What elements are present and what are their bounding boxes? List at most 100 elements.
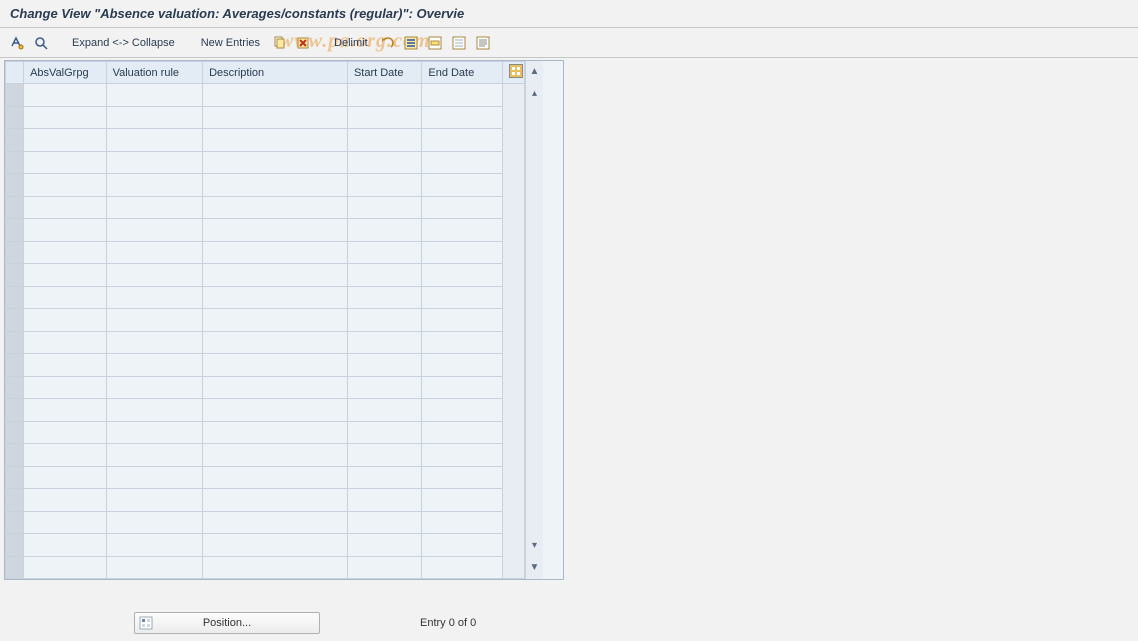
cell-description[interactable] [203, 174, 348, 197]
cell-description[interactable] [203, 444, 348, 467]
cell-start-date[interactable] [347, 129, 421, 152]
table-row[interactable] [6, 421, 525, 444]
delimit-button[interactable]: Delimit [330, 35, 372, 51]
cell-valuation-rule[interactable] [106, 444, 203, 467]
cell-end-date[interactable] [422, 376, 502, 399]
cell-end-date[interactable] [422, 466, 502, 489]
cell-start-date[interactable] [347, 399, 421, 422]
deselect-all-icon[interactable] [450, 34, 468, 52]
cell-valuation-rule[interactable] [106, 264, 203, 287]
cell-absvalgrpg[interactable] [24, 264, 106, 287]
table-row[interactable] [6, 151, 525, 174]
cell-valuation-rule[interactable] [106, 489, 203, 512]
row-selector[interactable] [6, 84, 24, 107]
copy-as-icon[interactable] [270, 34, 288, 52]
cell-end-date[interactable] [422, 286, 502, 309]
table-row[interactable] [6, 466, 525, 489]
cell-absvalgrpg[interactable] [24, 241, 106, 264]
table-row[interactable] [6, 556, 525, 579]
other-view-icon[interactable] [8, 34, 26, 52]
cell-end-date[interactable] [422, 331, 502, 354]
col-absvalgrpg[interactable]: AbsValGrpg [24, 62, 106, 84]
cell-absvalgrpg[interactable] [24, 106, 106, 129]
cell-description[interactable] [203, 421, 348, 444]
cell-valuation-rule[interactable] [106, 106, 203, 129]
cell-end-date[interactable] [422, 421, 502, 444]
cell-absvalgrpg[interactable] [24, 129, 106, 152]
cell-absvalgrpg[interactable] [24, 421, 106, 444]
row-selector[interactable] [6, 241, 24, 264]
cell-description[interactable] [203, 556, 348, 579]
col-end-date[interactable]: End Date [422, 62, 502, 84]
table-row[interactable] [6, 196, 525, 219]
cell-start-date[interactable] [347, 556, 421, 579]
scroll-down-step-button[interactable]: ▾ [528, 539, 542, 553]
cell-end-date[interactable] [422, 219, 502, 242]
cell-description[interactable] [203, 309, 348, 332]
print-icon[interactable] [474, 34, 492, 52]
cell-absvalgrpg[interactable] [24, 84, 106, 107]
cell-absvalgrpg[interactable] [24, 376, 106, 399]
row-selector[interactable] [6, 309, 24, 332]
cell-valuation-rule[interactable] [106, 399, 203, 422]
position-button[interactable]: Position... [134, 612, 320, 634]
cell-valuation-rule[interactable] [106, 534, 203, 557]
scroll-down-button[interactable]: ▼ [528, 561, 542, 575]
cell-valuation-rule[interactable] [106, 129, 203, 152]
cell-start-date[interactable] [347, 241, 421, 264]
cell-end-date[interactable] [422, 399, 502, 422]
cell-start-date[interactable] [347, 354, 421, 377]
cell-absvalgrpg[interactable] [24, 354, 106, 377]
cell-description[interactable] [203, 196, 348, 219]
cell-description[interactable] [203, 241, 348, 264]
cell-valuation-rule[interactable] [106, 174, 203, 197]
undo-change-icon[interactable] [378, 34, 396, 52]
table-row[interactable] [6, 376, 525, 399]
cell-description[interactable] [203, 286, 348, 309]
cell-start-date[interactable] [347, 264, 421, 287]
cell-absvalgrpg[interactable] [24, 331, 106, 354]
cell-description[interactable] [203, 376, 348, 399]
table-row[interactable] [6, 84, 525, 107]
cell-start-date[interactable] [347, 511, 421, 534]
cell-end-date[interactable] [422, 489, 502, 512]
row-selector[interactable] [6, 376, 24, 399]
cell-end-date[interactable] [422, 174, 502, 197]
row-selector[interactable] [6, 354, 24, 377]
col-valuation-rule[interactable]: Valuation rule [106, 62, 203, 84]
cell-end-date[interactable] [422, 511, 502, 534]
find-icon[interactable] [32, 34, 50, 52]
table-row[interactable] [6, 241, 525, 264]
table-row[interactable] [6, 399, 525, 422]
select-all-icon[interactable] [402, 34, 420, 52]
cell-description[interactable] [203, 534, 348, 557]
cell-end-date[interactable] [422, 151, 502, 174]
cell-absvalgrpg[interactable] [24, 309, 106, 332]
table-row[interactable] [6, 489, 525, 512]
cell-absvalgrpg[interactable] [24, 466, 106, 489]
cell-end-date[interactable] [422, 556, 502, 579]
cell-description[interactable] [203, 129, 348, 152]
cell-start-date[interactable] [347, 286, 421, 309]
cell-absvalgrpg[interactable] [24, 399, 106, 422]
cell-start-date[interactable] [347, 309, 421, 332]
table-row[interactable] [6, 444, 525, 467]
cell-start-date[interactable] [347, 106, 421, 129]
cell-start-date[interactable] [347, 534, 421, 557]
configure-columns-button[interactable] [502, 62, 524, 84]
delete-icon[interactable] [294, 34, 312, 52]
cell-absvalgrpg[interactable] [24, 534, 106, 557]
row-selector[interactable] [6, 466, 24, 489]
cell-end-date[interactable] [422, 129, 502, 152]
cell-valuation-rule[interactable] [106, 241, 203, 264]
table-row[interactable] [6, 219, 525, 242]
cell-end-date[interactable] [422, 534, 502, 557]
table-row[interactable] [6, 106, 525, 129]
cell-absvalgrpg[interactable] [24, 489, 106, 512]
cell-end-date[interactable] [422, 106, 502, 129]
scroll-up-step-button[interactable]: ▴ [528, 87, 542, 101]
table-row[interactable] [6, 264, 525, 287]
col-description[interactable]: Description [203, 62, 348, 84]
row-selector[interactable] [6, 151, 24, 174]
cell-valuation-rule[interactable] [106, 376, 203, 399]
